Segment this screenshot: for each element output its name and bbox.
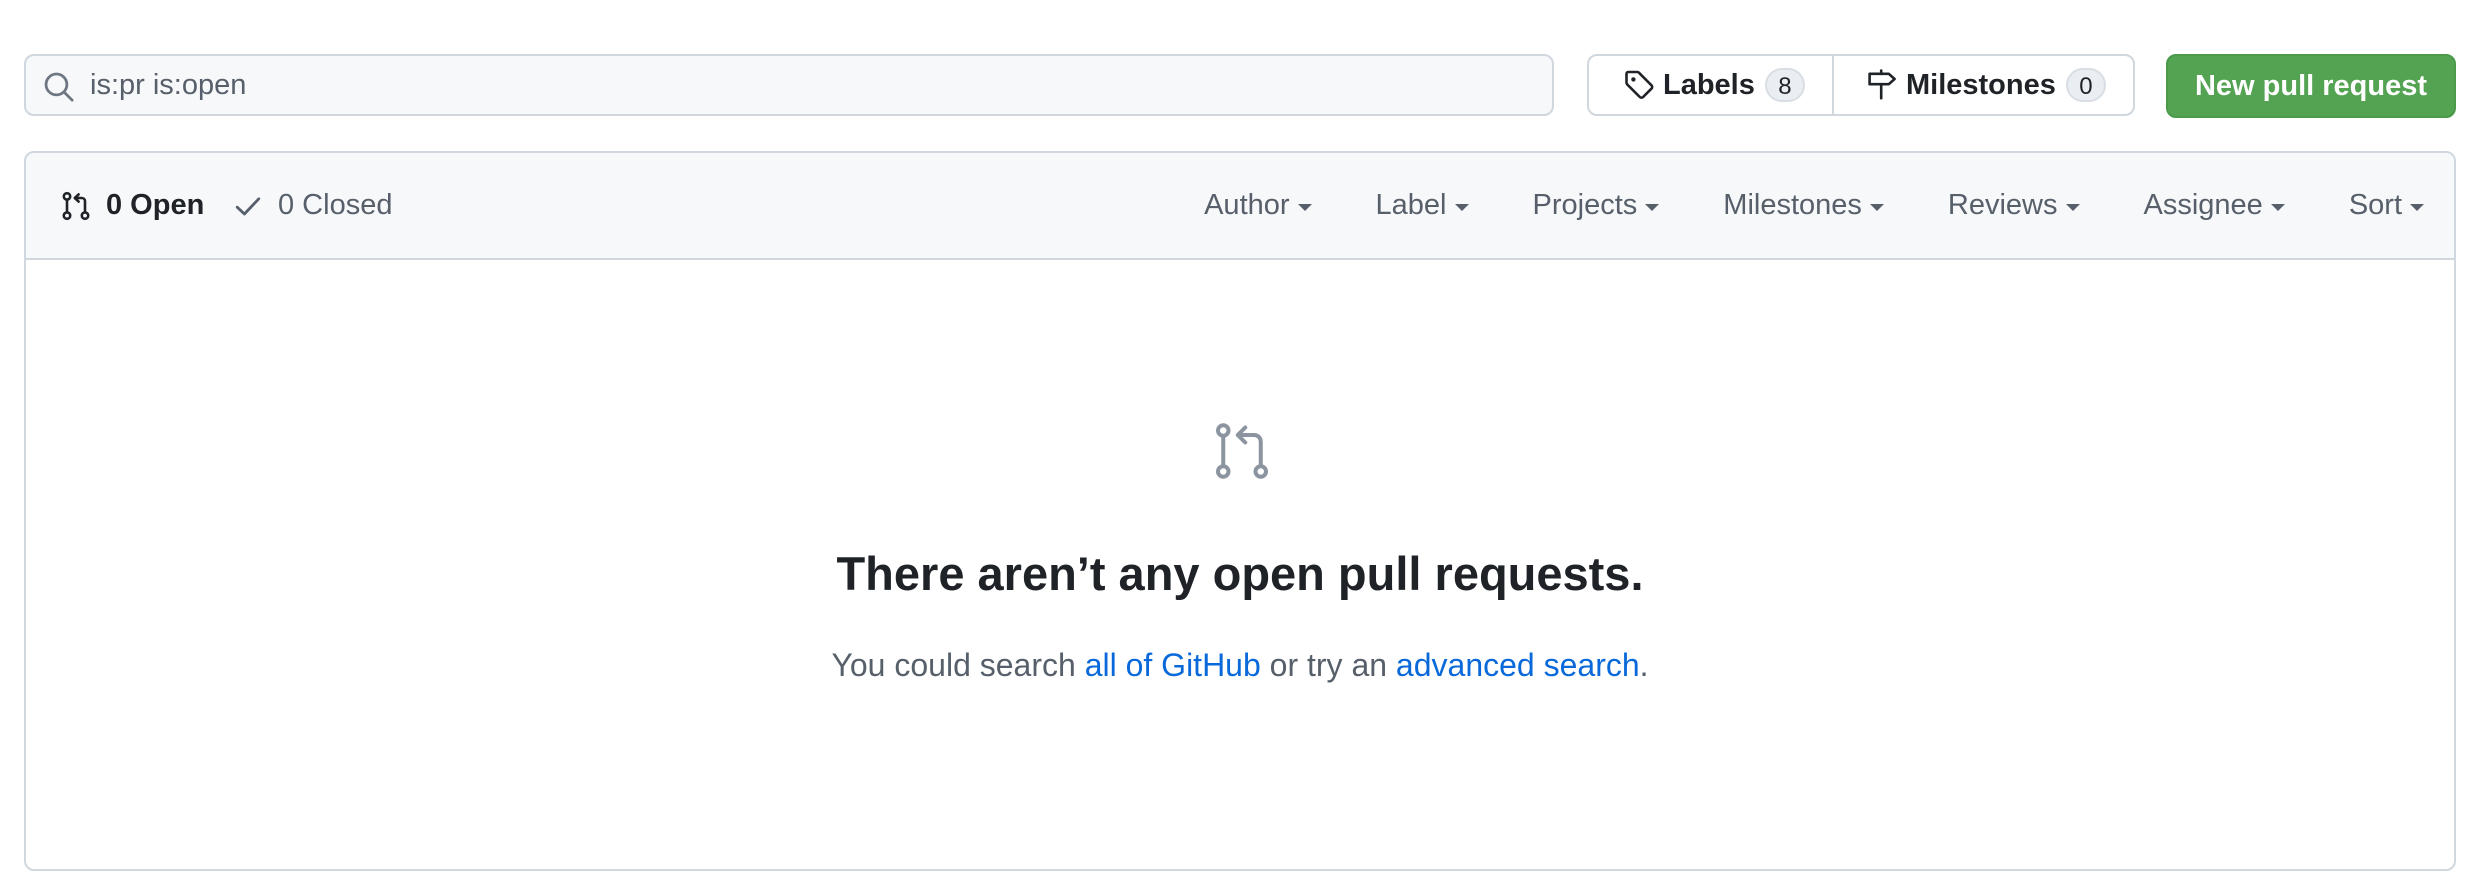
- check-icon: [235, 196, 261, 215]
- labels-count-badge: 8: [1764, 68, 1805, 102]
- milestones-filter-label: Milestones: [1723, 189, 1862, 221]
- closed-filter-tab[interactable]: 0 Closed: [232, 153, 392, 258]
- search-icon: [44, 72, 74, 102]
- author-filter-label: Author: [1204, 189, 1290, 221]
- projects-filter-label: Projects: [1532, 189, 1638, 221]
- closed-count-label: 0 Closed: [278, 189, 393, 221]
- sort-dropdown[interactable]: Sort: [2349, 189, 2424, 222]
- assignee-filter-label: Assignee: [2143, 189, 2263, 221]
- reviews-filter-dropdown[interactable]: Reviews: [1948, 189, 2080, 222]
- search-bar[interactable]: [24, 54, 1554, 116]
- blankslate-desc-prefix: You could search: [831, 647, 1085, 683]
- pull-request-list: 0 Open 0 Closed Author Label Projects Mi…: [24, 151, 2456, 871]
- caret-down-icon: [1645, 203, 1660, 211]
- tag-icon: [1625, 70, 1654, 99]
- milestones-label: Milestones: [1906, 68, 2056, 101]
- filter-bar: Author Label Projects Milestones Reviews…: [1204, 153, 2424, 258]
- all-of-github-link[interactable]: all of GitHub: [1085, 647, 1261, 683]
- projects-filter-dropdown[interactable]: Projects: [1533, 189, 1660, 222]
- caret-down-icon: [2270, 203, 2285, 211]
- caret-down-icon: [2410, 203, 2424, 211]
- advanced-search-link[interactable]: advanced search: [1396, 647, 1640, 683]
- caret-down-icon: [1454, 203, 1469, 211]
- milestone-icon: [1868, 69, 1896, 100]
- labels-button[interactable]: Labels 8: [1589, 56, 1834, 114]
- new-pull-request-button[interactable]: New pull request: [2166, 54, 2456, 118]
- open-filter-tab[interactable]: 0 Open: [60, 153, 204, 258]
- author-filter-dropdown[interactable]: Author: [1204, 189, 1312, 222]
- blankslate-desc-middle: or try an: [1260, 647, 1396, 683]
- blankslate-title: There aren’t any open pull requests.: [836, 547, 1644, 600]
- search-input[interactable]: [90, 56, 1530, 114]
- open-count-label: 0 Open: [106, 189, 205, 221]
- reviews-filter-label: Reviews: [1947, 189, 2058, 221]
- milestones-filter-dropdown[interactable]: Milestones: [1723, 189, 1884, 222]
- sort-label: Sort: [2348, 189, 2402, 221]
- assignee-filter-dropdown[interactable]: Assignee: [2144, 189, 2285, 222]
- blankslate-description: You could search all of GitHub or try an…: [26, 647, 2454, 684]
- caret-down-icon: [2065, 203, 2080, 211]
- label-filter-label: Label: [1375, 189, 1447, 221]
- labels-milestones-group: Labels 8 Milestones 0: [1587, 54, 2135, 116]
- milestones-count-badge: 0: [2065, 68, 2106, 102]
- blankslate-desc-suffix: .: [1639, 647, 1649, 683]
- milestones-button[interactable]: Milestones 0: [1834, 56, 2133, 114]
- labels-label: Labels: [1663, 68, 1755, 101]
- label-filter-dropdown[interactable]: Label: [1376, 189, 1469, 222]
- caret-down-icon: [1869, 203, 1884, 211]
- git-pull-request-icon: [1216, 423, 1268, 479]
- git-pull-request-icon: [62, 191, 90, 220]
- caret-down-icon: [1297, 203, 1312, 211]
- list-header: 0 Open 0 Closed Author Label Projects Mi…: [26, 153, 2454, 260]
